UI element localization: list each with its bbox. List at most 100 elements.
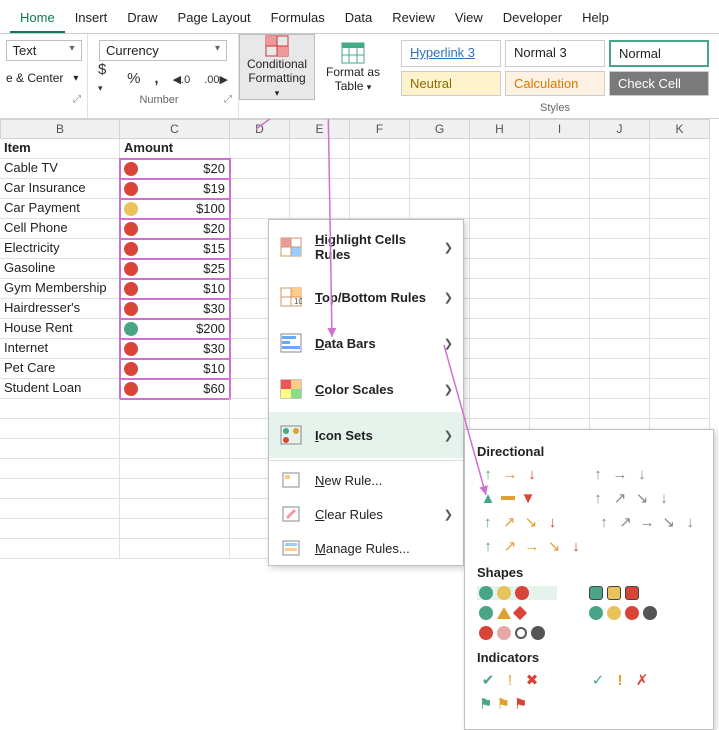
format-as-table-button[interactable]: Format as Table ▾: [315, 34, 391, 100]
tab-help[interactable]: Help: [572, 6, 619, 33]
style-hyperlink-3[interactable]: Hyperlink 3: [401, 40, 501, 67]
cell[interactable]: Cable TV: [0, 159, 120, 179]
cell[interactable]: $19: [120, 179, 230, 199]
cell[interactable]: Car Insurance: [0, 179, 120, 199]
accounting-format-button[interactable]: $ ▾: [94, 61, 117, 95]
cell[interactable]: [0, 519, 120, 539]
cell[interactable]: Amount: [120, 139, 230, 159]
cell[interactable]: [470, 319, 530, 339]
style-check-cell[interactable]: Check Cell: [609, 71, 709, 96]
tab-insert[interactable]: Insert: [65, 6, 118, 33]
tab-draw[interactable]: Draw: [117, 6, 167, 33]
cell[interactable]: [0, 399, 120, 419]
cell[interactable]: [470, 139, 530, 159]
cell[interactable]: [590, 379, 650, 399]
iconset-3circles-rimmed[interactable]: [587, 586, 667, 600]
menu-new-rule[interactable]: New Rule...: [269, 463, 463, 497]
cell[interactable]: [590, 319, 650, 339]
cell[interactable]: [530, 219, 590, 239]
cell[interactable]: $30: [120, 299, 230, 319]
cell[interactable]: [290, 139, 350, 159]
cell[interactable]: [590, 219, 650, 239]
iconset-3symbols-circled[interactable]: ✔!✖: [477, 671, 557, 689]
cell[interactable]: [350, 199, 410, 219]
cell[interactable]: [120, 459, 230, 479]
tab-home[interactable]: Home: [10, 6, 65, 33]
column-header[interactable]: H: [470, 119, 530, 139]
iconset-3triangles[interactable]: ▲▼: [477, 489, 557, 507]
cell[interactable]: [470, 379, 530, 399]
cell[interactable]: [410, 199, 470, 219]
cell[interactable]: [120, 419, 230, 439]
cell[interactable]: [650, 259, 710, 279]
cell[interactable]: [650, 139, 710, 159]
tab-formulas[interactable]: Formulas: [261, 6, 335, 33]
menu-icon-sets[interactable]: Icon Sets❯: [269, 412, 463, 458]
cell[interactable]: [590, 199, 650, 219]
column-header[interactable]: J: [590, 119, 650, 139]
style-calculation[interactable]: Calculation: [505, 71, 605, 96]
iconset-3circles-traffic[interactable]: [477, 586, 557, 600]
column-header[interactable]: C: [120, 119, 230, 139]
iconset-3symbols[interactable]: ✓!✗: [587, 671, 667, 689]
cell[interactable]: [350, 139, 410, 159]
tab-page-layout[interactable]: Page Layout: [168, 6, 261, 33]
cell[interactable]: [530, 139, 590, 159]
cell[interactable]: [650, 239, 710, 259]
cell[interactable]: $60: [120, 379, 230, 399]
iconset-4circles[interactable]: [587, 606, 667, 620]
cell[interactable]: $15: [120, 239, 230, 259]
menu-color-scales[interactable]: Color Scales❯: [269, 366, 463, 412]
cell[interactable]: $20: [120, 159, 230, 179]
cell[interactable]: $20: [120, 219, 230, 239]
cell[interactable]: [590, 179, 650, 199]
cell[interactable]: [470, 259, 530, 279]
cell[interactable]: [650, 199, 710, 219]
cell[interactable]: [530, 379, 590, 399]
style-neutral[interactable]: Neutral: [401, 71, 501, 96]
cell[interactable]: [470, 399, 530, 419]
cell[interactable]: [530, 299, 590, 319]
iconset-4arrows-gray[interactable]: ↑↗↘↓: [587, 489, 675, 507]
cell[interactable]: [530, 339, 590, 359]
cell[interactable]: [590, 159, 650, 179]
cell[interactable]: [470, 159, 530, 179]
cell[interactable]: [530, 159, 590, 179]
cell[interactable]: Car Payment: [0, 199, 120, 219]
cell[interactable]: [470, 299, 530, 319]
cell[interactable]: $25: [120, 259, 230, 279]
decrease-decimal-button[interactable]: .00▶: [200, 70, 232, 87]
cell[interactable]: Cell Phone: [0, 219, 120, 239]
column-header[interactable]: I: [530, 119, 590, 139]
cell[interactable]: [230, 159, 290, 179]
cell[interactable]: [590, 139, 650, 159]
cell[interactable]: [650, 279, 710, 299]
dialog-launcher-icon[interactable]: ⤢: [224, 94, 232, 105]
cell[interactable]: [470, 219, 530, 239]
cell[interactable]: [530, 179, 590, 199]
menu-clear-rules[interactable]: Clear Rules❯: [269, 497, 463, 531]
cell[interactable]: [530, 199, 590, 219]
cell[interactable]: [530, 279, 590, 299]
cell[interactable]: [650, 179, 710, 199]
tab-view[interactable]: View: [445, 6, 493, 33]
cell[interactable]: [590, 239, 650, 259]
cell[interactable]: $30: [120, 339, 230, 359]
column-header[interactable]: G: [410, 119, 470, 139]
percent-format-button[interactable]: %: [123, 70, 144, 87]
cell-styles-gallery[interactable]: Hyperlink 3Normal 3NormalNeutralCalculat…: [397, 36, 713, 100]
style-normal[interactable]: Normal: [609, 40, 709, 67]
tab-data[interactable]: Data: [335, 6, 382, 33]
cell[interactable]: [230, 179, 290, 199]
tab-developer[interactable]: Developer: [493, 6, 572, 33]
cell[interactable]: [410, 139, 470, 159]
tab-review[interactable]: Review: [382, 6, 445, 33]
menu-highlight-cells-rules[interactable]: Highlight Cells Rules❯: [269, 220, 463, 274]
worksheet[interactable]: BCDEFGHIJK ItemAmountCable TV$20Car Insu…: [0, 119, 719, 559]
cell[interactable]: [650, 159, 710, 179]
cell[interactable]: [350, 159, 410, 179]
cell[interactable]: $200: [120, 319, 230, 339]
cell[interactable]: House Rent: [0, 319, 120, 339]
cell[interactable]: Item: [0, 139, 120, 159]
cell[interactable]: [120, 399, 230, 419]
